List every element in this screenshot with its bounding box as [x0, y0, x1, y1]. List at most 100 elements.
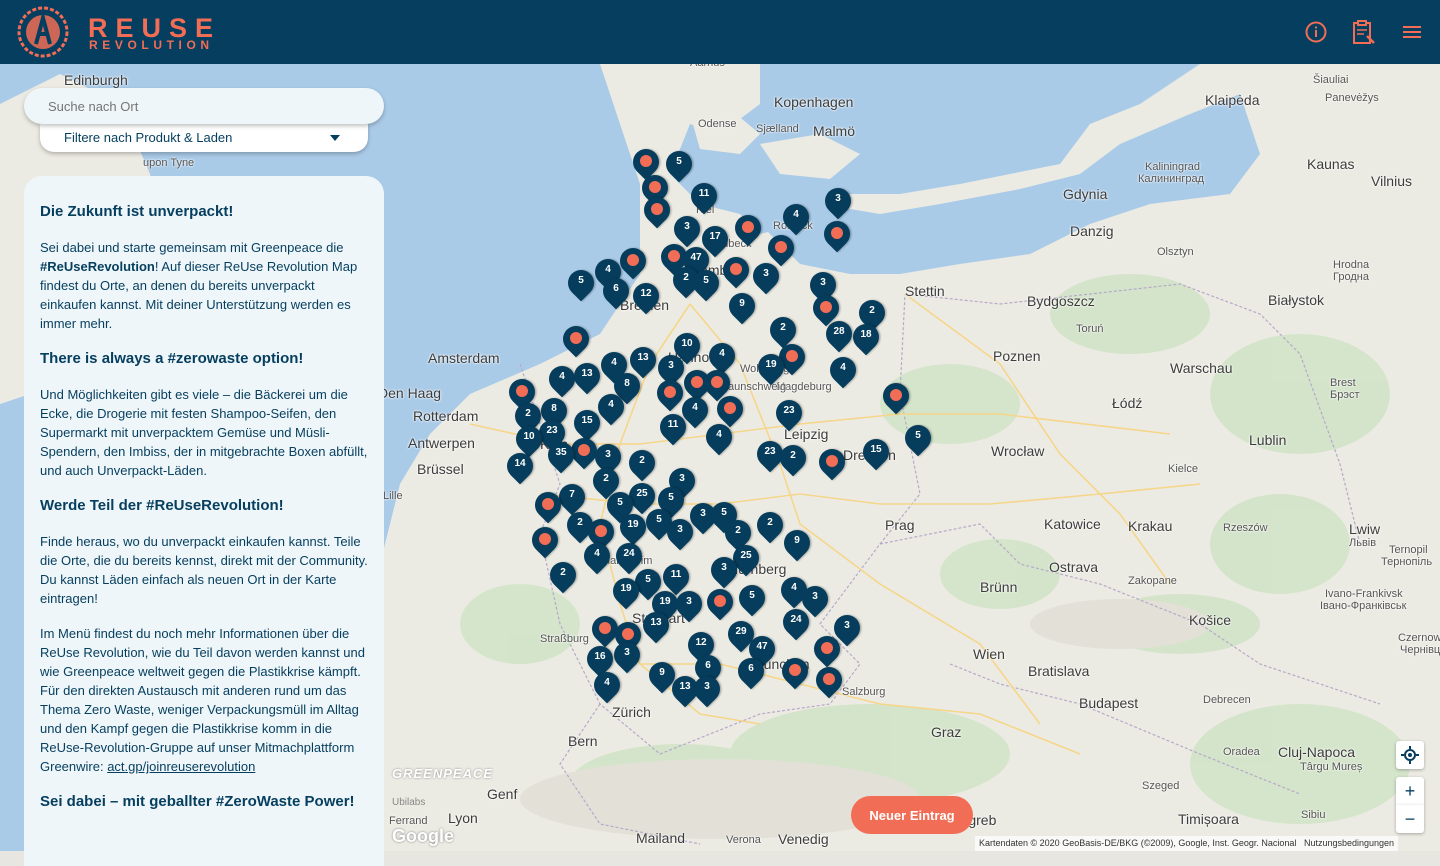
ubilabs-watermark: Ubilabs — [392, 797, 426, 808]
locate-icon[interactable] — [1396, 741, 1424, 769]
reuse-revolution-logo[interactable] — [16, 4, 70, 60]
map-cluster-marker[interactable]: 11 — [685, 177, 723, 217]
city-label: Lyon — [448, 810, 478, 826]
city-label: Białystok — [1268, 292, 1325, 308]
map-cluster-marker[interactable]: 5 — [562, 264, 600, 304]
google-watermark: Google — [392, 826, 454, 846]
map-cluster-marker[interactable]: 35 — [542, 436, 580, 476]
map-cluster-marker[interactable]: 3 — [688, 670, 726, 710]
info-icon[interactable] — [1302, 18, 1330, 46]
zoom-out-button[interactable]: − — [1396, 805, 1424, 833]
city-label: Калининград — [1138, 173, 1205, 185]
city-label: Timișoara — [1178, 811, 1239, 827]
map-cluster-marker[interactable]: 24 — [777, 603, 815, 643]
map-location-marker[interactable] — [557, 320, 595, 360]
map-cluster-marker[interactable]: 4 — [592, 388, 630, 428]
filter-dropdown[interactable]: Filtere nach Produkt & Laden — [40, 124, 368, 152]
map-cluster-marker[interactable]: 6 — [597, 272, 635, 312]
city-label: Ostrava — [1049, 559, 1099, 575]
map-cluster-marker[interactable]: 3 — [705, 551, 743, 591]
map-cluster-marker[interactable]: 2 — [544, 556, 582, 596]
map-cluster-marker[interactable]: 3 — [608, 636, 646, 676]
map-cluster-marker[interactable]: 13 — [568, 357, 606, 397]
city-label: Oradea — [1223, 746, 1260, 758]
map-location-marker[interactable] — [565, 432, 603, 472]
map-cluster-marker[interactable]: 3 — [747, 257, 785, 297]
chevron-down-icon — [330, 135, 340, 141]
clipboard-icon[interactable] — [1349, 18, 1377, 46]
map-cluster-marker[interactable]: 4 — [543, 360, 581, 400]
map-cluster-marker[interactable]: 2 — [774, 439, 812, 479]
map-cluster-marker[interactable]: 5 — [660, 145, 698, 185]
map-cluster-marker[interactable]: 15 — [857, 433, 895, 473]
map-attribution: Kartendaten © 2020 GeoBasis-DE/BKG (©200… — [975, 836, 1399, 851]
map-cluster-marker[interactable]: 5 — [733, 579, 771, 619]
city-label: Івано-Франківськ — [1320, 600, 1407, 612]
map-location-marker[interactable] — [614, 242, 652, 282]
map-location-marker[interactable] — [808, 630, 846, 670]
map-location-marker[interactable] — [810, 661, 848, 701]
city-label: Olsztyn — [1157, 246, 1194, 258]
map-location-marker[interactable] — [638, 191, 676, 231]
greenwire-link[interactable]: act.gp/joinreuserevolution — [107, 759, 255, 774]
map-cluster-marker[interactable]: 4 — [700, 418, 738, 458]
map-cluster-marker[interactable]: 3 — [670, 585, 708, 625]
map-cluster-marker[interactable]: 14 — [501, 447, 539, 487]
map-location-marker[interactable] — [813, 443, 851, 483]
map-cluster-marker[interactable]: 3 — [819, 182, 857, 222]
city-label: Šiauliai — [1313, 74, 1349, 86]
map-cluster-marker[interactable]: 28 — [820, 315, 858, 355]
map-cluster-marker[interactable]: 9 — [723, 287, 761, 327]
zoom-in-button[interactable]: + — [1396, 777, 1424, 805]
city-label: Lublin — [1249, 432, 1287, 448]
new-entry-button[interactable]: Neuer Eintrag — [851, 796, 973, 834]
city-label: Hrodna — [1333, 259, 1370, 271]
panel-paragraph-1: Sei dabei und starte gemeinsam mit Green… — [40, 238, 368, 333]
city-label: Brest — [1330, 377, 1356, 389]
city-label: Salzburg — [842, 686, 886, 698]
map-location-marker[interactable] — [818, 215, 856, 255]
city-label: Zakopane — [1128, 575, 1177, 587]
map-cluster-marker[interactable]: 6 — [732, 652, 770, 692]
map-cluster-marker[interactable]: 19 — [752, 348, 790, 388]
city-label: Lwiw — [1349, 521, 1381, 537]
attribution-text: Kartendaten © 2020 GeoBasis-DE/BKG (©200… — [979, 838, 1297, 848]
city-label: Львів — [1349, 537, 1377, 549]
map-cluster-marker[interactable]: 5 — [899, 419, 937, 459]
panel-paragraph-2: Und Möglichkeiten gibt es viele – die Bä… — [40, 387, 368, 478]
map-location-marker[interactable] — [526, 521, 564, 561]
terms-link[interactable]: Nutzungsbedingungen — [1304, 838, 1394, 848]
map-cluster-marker[interactable]: 12 — [627, 277, 665, 317]
map-cluster-marker[interactable]: 5 — [687, 264, 725, 304]
map-cluster-marker[interactable]: 11 — [654, 408, 692, 448]
map-cluster-marker[interactable]: 4 — [824, 351, 862, 391]
map-location-marker[interactable] — [729, 209, 767, 249]
menu-icon[interactable] — [1398, 18, 1426, 46]
city-label: Genf — [487, 786, 518, 802]
city-label: Aarhus — [690, 64, 725, 69]
map-cluster-marker[interactable]: 18 — [847, 318, 885, 358]
city-label: Lille — [383, 490, 403, 502]
map-cluster-marker[interactable]: 2 — [623, 444, 661, 484]
city-label: Verona — [726, 834, 761, 846]
map-cluster-marker[interactable]: 19 — [607, 572, 645, 612]
map-cluster-marker[interactable]: 4 — [777, 198, 815, 238]
map-location-marker[interactable] — [529, 486, 567, 526]
map-cluster-marker[interactable]: 9 — [778, 524, 816, 564]
map-cluster-marker[interactable]: 2 — [751, 506, 789, 546]
map-location-marker[interactable] — [717, 251, 755, 291]
map-location-marker[interactable] — [701, 583, 739, 623]
map-location-marker[interactable] — [877, 377, 915, 417]
map-location-marker[interactable] — [776, 652, 814, 692]
map-cluster-marker[interactable]: 4 — [578, 537, 616, 577]
map-cluster-marker[interactable]: 23 — [770, 394, 808, 434]
map-cluster-marker[interactable]: 3 — [661, 513, 699, 553]
search-input[interactable] — [24, 88, 384, 124]
map-location-marker[interactable] — [651, 374, 689, 414]
map-cluster-marker[interactable]: 13 — [637, 606, 675, 646]
city-label: Bydgoszcz — [1027, 293, 1095, 309]
city-label: Gdynia — [1063, 186, 1108, 202]
p4-text: Im Menü findest du noch mehr Information… — [40, 626, 365, 774]
city-label: Edinburgh — [64, 72, 128, 88]
map-cluster-marker[interactable]: 4 — [588, 666, 626, 706]
